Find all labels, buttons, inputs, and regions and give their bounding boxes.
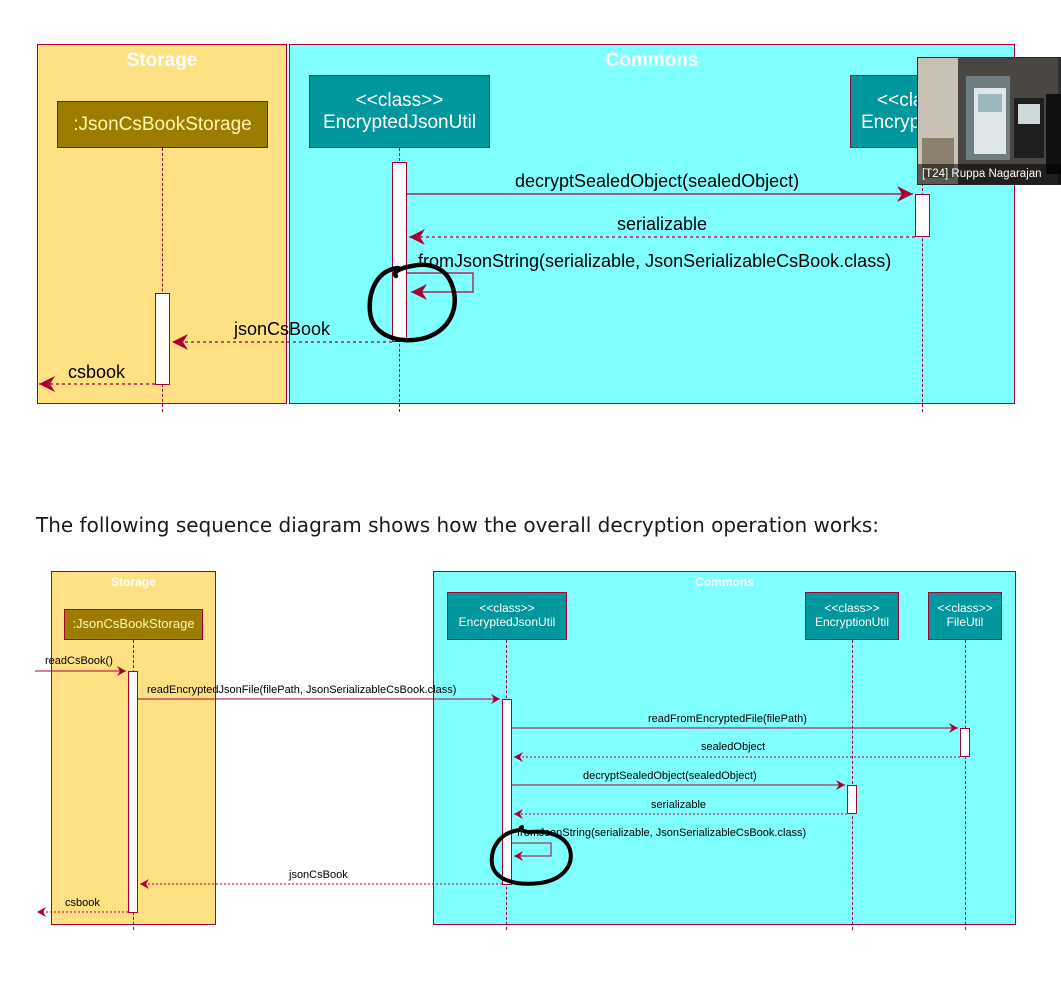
- diagram-arrows-layer: [35, 186, 960, 917]
- arrow-from-json-string: [407, 272, 474, 300]
- hand-drawn-circle: [367, 262, 457, 343]
- hand-drawn-circle: [489, 825, 573, 886]
- arrow-from-json-string: [512, 842, 552, 861]
